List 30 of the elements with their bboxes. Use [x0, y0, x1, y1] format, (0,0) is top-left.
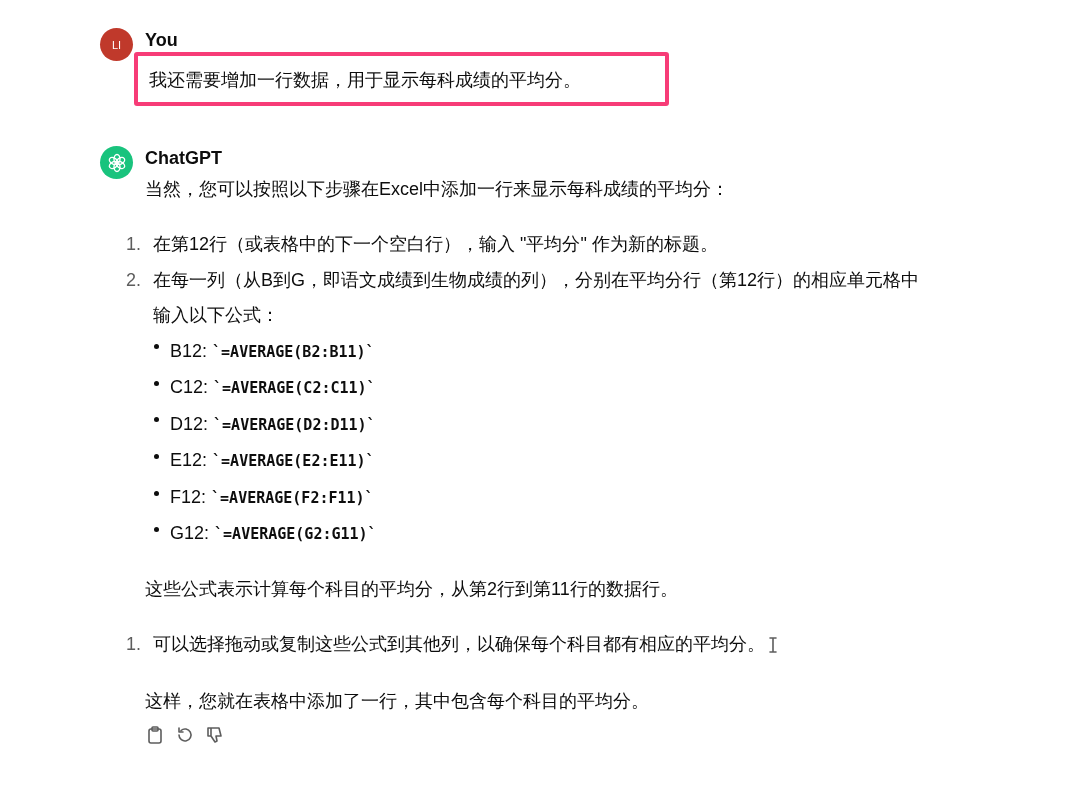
formula-item: D12: `=AVERAGE(D2:D11)` [170, 412, 376, 436]
formula-item: B12: `=AVERAGE(B2:B11)` [170, 339, 375, 363]
text-cursor-icon [769, 637, 777, 654]
bullet-icon [154, 454, 159, 460]
bullet-icon [154, 344, 159, 350]
paragraph: 当然，您可以按照以下步骤在Excel中添加一行来显示每科成绩的平均分： [145, 178, 730, 201]
regenerate-icon[interactable] [175, 724, 195, 745]
user-name: You [145, 29, 179, 50]
formula-item: C12: `=AVERAGE(C2:C11)` [170, 376, 376, 400]
bullet-icon [154, 527, 159, 533]
list-number: 2. [126, 268, 142, 292]
user-message: 我还需要增加一行数据，用于显示每科成绩的平均分。 [134, 52, 669, 106]
list-item-text: 在第12行（或表格中的下一个空白行），输入 "平均分" 作为新的标题。 [153, 233, 719, 256]
list-item-text: 可以选择拖动或复制这些公式到其他列，以确保每个科目都有相应的平均分。 [153, 633, 765, 657]
assistant-name: ChatGPT [145, 147, 223, 168]
list-number: 1. [126, 233, 142, 256]
bullet-icon [154, 417, 159, 423]
copy-icon[interactable] [145, 724, 165, 745]
formula-item: G12: `=AVERAGE(G2:G11)` [170, 522, 377, 546]
bullet-icon [154, 380, 159, 386]
thumbs-down-icon[interactable] [205, 724, 225, 745]
paragraph: 这些公式表示计算每个科目的平均分，从第2行到第11行的数据行。 [145, 578, 679, 602]
formula-item: E12: `=AVERAGE(E2:E11)` [170, 449, 375, 473]
chatgpt-logo-icon [100, 146, 133, 179]
user-avatar: LI [100, 28, 133, 61]
list-item-text: 在每一列（从B到G，即语文成绩到生物成绩的列），分别在平均分行（第12行）的相应单元格中输入以下公式： [153, 268, 921, 327]
paragraph: 这样，您就在表格中添加了一行，其中包含每个科目的平均分。 [145, 689, 650, 713]
list-number: 1. [126, 633, 142, 657]
bullet-icon [154, 490, 159, 496]
formula-item: F12: `=AVERAGE(F2:F11)` [170, 485, 374, 509]
